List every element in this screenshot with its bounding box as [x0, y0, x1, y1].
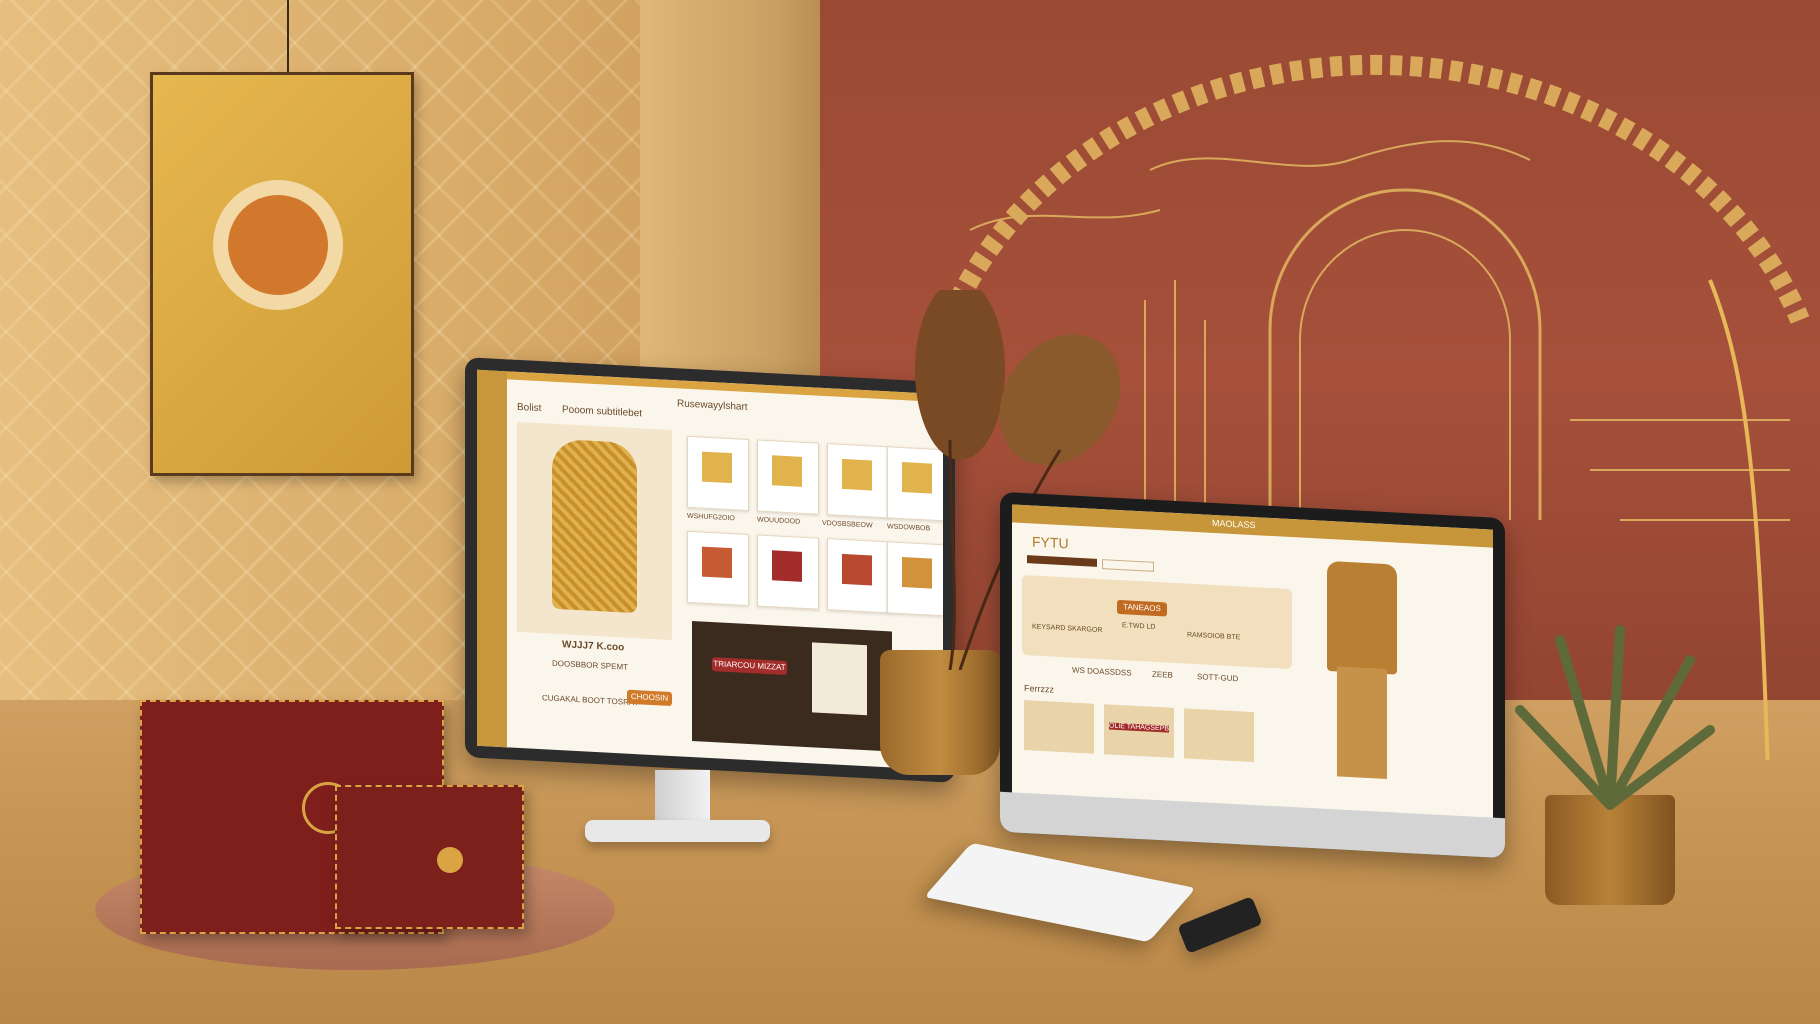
left-monitor-screen: Bolist Pooom subtitlebet Rusewayylshart … — [477, 369, 943, 771]
grid-label: WOUUDOOD — [757, 516, 801, 526]
patterned-coat — [552, 438, 637, 614]
site-header-title: Rusewayylshart — [677, 398, 748, 413]
cta-caption: CUGAKAL BOOT TOSRAY — [542, 693, 639, 708]
grid-label: WSHUFG2OIO — [687, 512, 735, 523]
suit-product-image[interactable] — [1317, 550, 1407, 795]
nav-item-bolist[interactable]: Bolist — [517, 402, 541, 414]
search-input[interactable] — [1102, 559, 1154, 572]
product-caption: DOOSBBOR SPEMT — [552, 658, 629, 672]
side-strip — [477, 369, 507, 748]
hero-left-label: KEYSARD SKARGOR — [1032, 623, 1103, 635]
product-price: WJJJ7 K.coo — [562, 639, 625, 654]
nav-item-subtitle[interactable]: Pooom subtitlebet — [562, 404, 642, 419]
stat-item: SOTT-GUD — [1197, 672, 1239, 684]
right-monitor: MAOLASS FYTU KEYSARD SKARGOR TANEAOS E.T… — [1000, 491, 1505, 859]
product-card[interactable] — [1024, 700, 1094, 754]
product-tile[interactable] — [687, 530, 749, 607]
product-tile[interactable] — [827, 538, 889, 614]
plant-leaves — [1515, 625, 1715, 810]
suit-jacket — [1327, 560, 1397, 675]
grid-label: VDOSBSBEOW — [822, 519, 873, 530]
site-logo: FYTU — [1032, 533, 1069, 552]
hanging-art-panel — [150, 72, 414, 476]
promo-video-panel[interactable]: TRIARCOU MIZZAT — [692, 621, 892, 752]
nav-bar[interactable] — [1027, 555, 1097, 567]
hero-banner[interactable]: KEYSARD SKARGOR TANEAOS E.TWD LD RAMSOIO… — [1022, 574, 1292, 670]
monitor-neck — [655, 770, 710, 825]
card-label: OLIE TAHAGSEPB — [1109, 722, 1170, 733]
plant-pot — [1545, 795, 1675, 905]
promo-tablet — [812, 642, 867, 716]
hero-price: E.TWD LD — [1122, 622, 1156, 631]
product-tile[interactable] — [687, 435, 749, 512]
product-tile[interactable] — [757, 439, 819, 515]
hero-button[interactable]: TANEAOS — [1117, 599, 1167, 617]
right-monitor-screen: MAOLASS FYTU KEYSARD SKARGOR TANEAOS E.T… — [1012, 504, 1493, 820]
monitor-base — [585, 820, 770, 842]
product-card[interactable]: OLIE TAHAGSEPB — [1104, 704, 1174, 758]
suit-trousers — [1337, 666, 1387, 780]
small-shopping-bag — [335, 785, 524, 929]
promo-banner: TRIARCOU MIZZAT — [712, 657, 787, 676]
product-card[interactable] — [1184, 708, 1254, 763]
choose-button[interactable]: CHOOSIN — [627, 689, 672, 707]
stat-item: WS DOASSDSS — [1072, 665, 1132, 678]
product-tile[interactable] — [827, 443, 889, 519]
hero-right-label: RAMSOIOB BTE — [1187, 631, 1241, 642]
section-title: Ferrzzz — [1024, 683, 1054, 695]
bag-emblem-icon — [437, 847, 463, 873]
sun-emblem-icon — [228, 195, 328, 295]
product-hero[interactable] — [517, 421, 672, 641]
stat-item: ZEEB — [1152, 669, 1173, 680]
product-tile[interactable] — [757, 534, 819, 610]
